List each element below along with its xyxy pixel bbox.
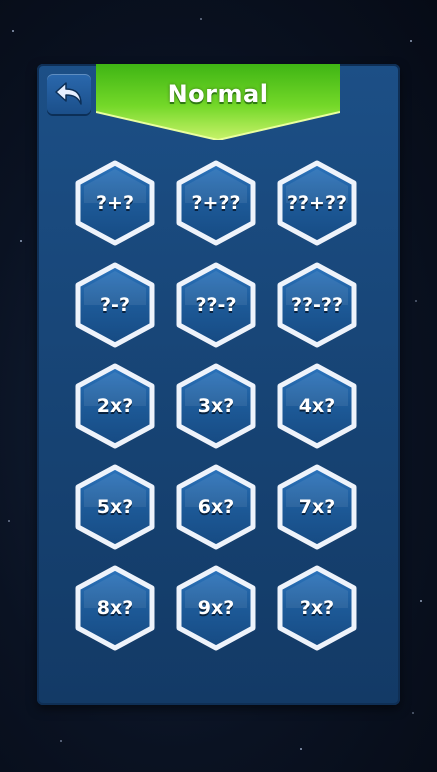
level-label: ??+?? — [286, 192, 347, 214]
level-label: 5x? — [96, 496, 134, 518]
level-button[interactable]: 4x? — [276, 363, 358, 449]
level-button[interactable]: ?+? — [74, 160, 156, 246]
level-label: ??-? — [195, 294, 237, 316]
level-button[interactable]: ?x? — [276, 565, 358, 651]
level-button[interactable]: ??-? — [175, 262, 257, 348]
level-label: 8x? — [96, 597, 134, 619]
level-label: ?+?? — [191, 192, 241, 214]
level-button[interactable]: 9x? — [175, 565, 257, 651]
level-label: 7x? — [298, 496, 336, 518]
level-label: 6x? — [197, 496, 235, 518]
level-button[interactable]: 3x? — [175, 363, 257, 449]
level-button[interactable]: 8x? — [74, 565, 156, 651]
level-label: ?-? — [100, 294, 130, 316]
level-label: 2x? — [96, 395, 134, 417]
level-label: 4x? — [298, 395, 336, 417]
level-label: ??-?? — [291, 294, 343, 316]
page-title: Normal — [167, 80, 269, 108]
level-button[interactable]: ?-? — [74, 262, 156, 348]
level-label: 9x? — [197, 597, 235, 619]
level-button[interactable]: 5x? — [74, 464, 156, 550]
level-label: ?x? — [299, 597, 335, 619]
level-button[interactable]: 7x? — [276, 464, 358, 550]
back-arrow-icon — [55, 82, 82, 105]
level-button[interactable]: ??-?? — [276, 262, 358, 348]
level-button[interactable]: 6x? — [175, 464, 257, 550]
back-button[interactable] — [47, 74, 91, 114]
level-button[interactable]: ??+?? — [276, 160, 358, 246]
level-label: ?+? — [96, 192, 134, 214]
level-button[interactable]: ?+?? — [175, 160, 257, 246]
level-label: 3x? — [197, 395, 235, 417]
level-button[interactable]: 2x? — [74, 363, 156, 449]
